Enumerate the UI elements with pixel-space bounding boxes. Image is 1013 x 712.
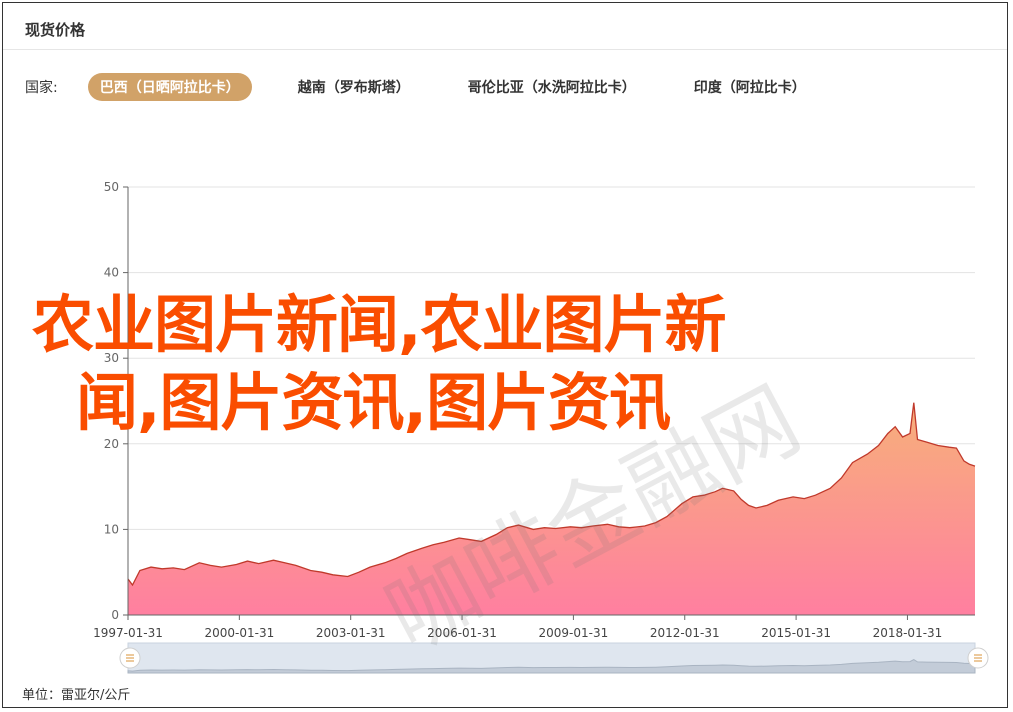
unit-label: 单位：雷亚尔/公斤 — [22, 688, 131, 703]
x-tick-label: 2003-01-31 — [316, 626, 386, 640]
overlay-line-1: 农业图片新闻,农业图片新 — [32, 288, 727, 361]
x-tick-label: 2000-01-31 — [204, 626, 274, 640]
y-tick-label: 10 — [104, 522, 119, 536]
slider-handle-right[interactable] — [967, 647, 989, 669]
x-tick-label: 2012-01-31 — [650, 626, 720, 640]
overlay-headline: 农业图片新闻,农业图片新 闻,图片资讯,图片资讯 — [32, 286, 952, 442]
x-tick-label: 2015-01-31 — [761, 626, 831, 640]
y-tick-label: 0 — [111, 608, 119, 622]
y-tick-label: 50 — [104, 180, 119, 194]
slider-handle-left[interactable] — [119, 647, 141, 669]
zoom-slider[interactable] — [119, 642, 989, 674]
x-tick-label: 2009-01-31 — [539, 626, 609, 640]
x-tick-label: 2018-01-31 — [873, 626, 943, 640]
x-tick-label: 1997-01-31 — [93, 626, 163, 640]
overlay-line-2: 闻,图片资讯,图片资讯 — [76, 366, 671, 439]
y-tick-label: 40 — [104, 266, 119, 280]
